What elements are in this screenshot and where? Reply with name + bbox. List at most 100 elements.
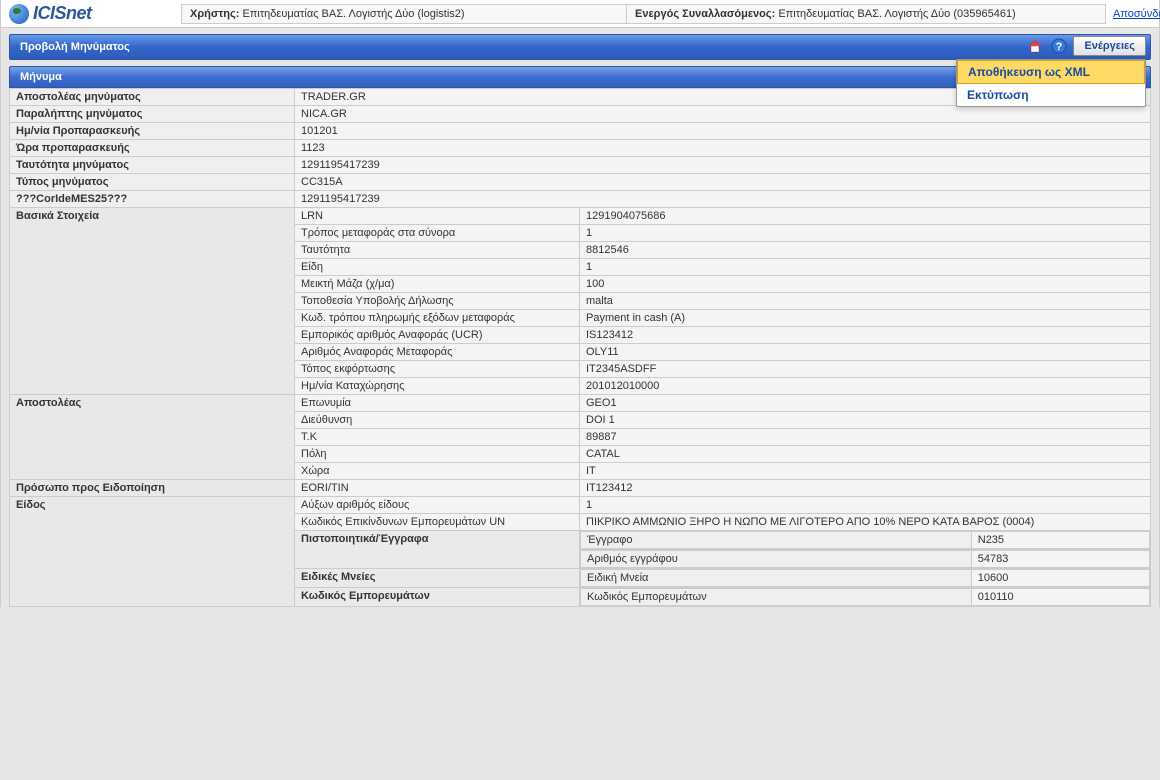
row-value: ΠΙΚΡΙΚΟ ΑΜΜΩΝΙΟ ΞΗΡΟ Η ΝΩΠΟ ΜΕ ΛΙΓΟΤΕΡΟ … [580, 514, 1151, 531]
row-value: 54783 [971, 551, 1149, 568]
row-label: Τρόπος μεταφοράς στα σύνορα [295, 225, 580, 242]
table-row: Ημ/νία Προπαρασκευής101201 [10, 123, 1151, 140]
row-value: IT [580, 463, 1151, 480]
row-value: 89887 [580, 429, 1151, 446]
row-value: IS123412 [580, 327, 1151, 344]
row-label: Τ.Κ [295, 429, 580, 446]
user-value: Επιτηδευματίας ΒΑΣ. Λογιστής Δύο (logist… [242, 8, 464, 20]
sub-header: Κωδικός Εμπορευμάτων [295, 588, 580, 607]
svg-text:?: ? [1056, 41, 1063, 53]
row-label: Κωδικός Εμπορευμάτων [581, 589, 972, 606]
active-value: Επιτηδευματίας ΒΑΣ. Λογιστής Δύο (035965… [778, 8, 1015, 20]
row-value: 1291904075686 [580, 208, 1151, 225]
row-value: IT123412 [580, 480, 1151, 497]
row-label: EORI/TIN [295, 480, 580, 497]
row-label: Πόλη [295, 446, 580, 463]
app-logo: ICISnet [9, 3, 169, 24]
row-value: 1291195417239 [295, 157, 1151, 174]
row-label: Χώρα [295, 463, 580, 480]
row-value: 1123 [295, 140, 1151, 157]
row-value: NICA.GR [295, 106, 1151, 123]
section-basic: Βασικά Στοιχεία LRN 1291904075686 [10, 208, 1151, 225]
row-label: Ειδική Μνεία [581, 570, 972, 587]
table-row: ???CorIdeMES25???1291195417239 [10, 191, 1151, 208]
message-table: Αποστολέας μηνύματοςTRADER.GR Παραλήπτης… [9, 88, 1151, 607]
row-label: Κωδικός Επικίνδυνων Εμπορευμάτων UN [295, 514, 580, 531]
row-value: 8812546 [580, 242, 1151, 259]
row-label: Ταυτότητα [295, 242, 580, 259]
row-value: DOI 1 [580, 412, 1151, 429]
row-label: Μεικτή Μάζα (χ/μα) [295, 276, 580, 293]
row-label: Αριθμός Αναφοράς Μεταφοράς [295, 344, 580, 361]
page-title-bar: Προβολή Μηνύματος ? Ενέργειες Αποθ [9, 34, 1151, 60]
row-label: Ώρα προπαρασκευής [10, 140, 295, 157]
sub-inner: ΈγγραφοN235 [580, 531, 1151, 550]
content-area: Μήνυμα Αποστολέας μηνύματοςTRADER.GR Παρ… [9, 66, 1151, 607]
logo-text: ICISnet [33, 3, 92, 24]
sub-header: Ειδικές Μνείες [295, 569, 580, 588]
row-label: Ημ/νία Καταχώρησης [295, 378, 580, 395]
row-value: 10600 [971, 570, 1149, 587]
actions-label: Ενέργειες [1084, 40, 1135, 52]
row-label: Επωνυμία [295, 395, 580, 412]
row-value: 1 [580, 225, 1151, 242]
row-value: 101201 [295, 123, 1151, 140]
sub-header: Πιστοποιητικά/Έγγραφα [295, 531, 580, 569]
row-value: N235 [971, 532, 1149, 549]
section-notify: Πρόσωπο προς Ειδοποίηση EORI/TIN IT12341… [10, 480, 1151, 497]
user-info: Χρήστης: Επιτηδευματίας ΒΑΣ. Λογιστής Δύ… [181, 4, 627, 24]
row-label: Κωδ. τρόπου πληρωμής εξόδων μεταφοράς [295, 310, 580, 327]
section-label: Είδος [10, 497, 295, 607]
sub-inner: Κωδικός Εμπορευμάτων010110 [580, 588, 1151, 607]
row-value: malta [580, 293, 1151, 310]
home-icon[interactable] [1025, 36, 1045, 56]
row-value: GEO1 [580, 395, 1151, 412]
row-label: LRN [295, 208, 580, 225]
section-sender: Αποστολέας Επωνυμία GEO1 [10, 395, 1151, 412]
section-label: Αποστολέας [10, 395, 295, 480]
row-label: Τόπος εκφόρτωσης [295, 361, 580, 378]
row-value: Payment in cash (A) [580, 310, 1151, 327]
logout-wrap: Αποσύνδεση [1105, 5, 1160, 23]
row-label: Αποστολέας μηνύματος [10, 89, 295, 106]
row-value: 1 [580, 259, 1151, 276]
active-info: Ενεργός Συναλλασόμενος: Επιτηδευματίας Β… [626, 4, 1106, 24]
page-title: Προβολή Μηνύματος [20, 41, 130, 53]
row-value: OLY11 [580, 344, 1151, 361]
table-row: Παραλήπτης μηνύματοςNICA.GR [10, 106, 1151, 123]
top-info: Χρήστης: Επιτηδευματίας ΒΑΣ. Λογιστής Δύ… [181, 4, 1105, 24]
sub-inner: Ειδική Μνεία10600 [580, 569, 1151, 588]
section-label: Πρόσωπο προς Ειδοποίηση [10, 480, 295, 497]
docs-inner: ΈγγραφοN235 [580, 531, 1150, 549]
globe-icon [9, 4, 29, 24]
row-value: IT2345ASDFF [580, 361, 1151, 378]
row-label: Ημ/νία Προπαρασκευής [10, 123, 295, 140]
user-label: Χρήστης: [190, 8, 239, 20]
row-label: Τοποθεσία Υποβολής Δήλωσης [295, 293, 580, 310]
row-value: 010110 [971, 589, 1149, 606]
row-value: 201012010000 [580, 378, 1151, 395]
row-value: CC315A [295, 174, 1151, 191]
table-row: Ταυτότητα μηνύματος1291195417239 [10, 157, 1151, 174]
row-label: Αύξων αριθμός είδους [295, 497, 580, 514]
row-label: Παραλήπτης μηνύματος [10, 106, 295, 123]
row-label: Διεύθυνση [295, 412, 580, 429]
section-kind: Είδος Αύξων αριθμός είδους 1 [10, 497, 1151, 514]
row-label: Ταυτότητα μηνύματος [10, 157, 295, 174]
table-row: Ώρα προπαρασκευής1123 [10, 140, 1151, 157]
table-row: Τύπος μηνύματοςCC315A [10, 174, 1151, 191]
row-label: Εμπορικός αριθμός Αναφοράς (UCR) [295, 327, 580, 344]
logout-link[interactable]: Αποσύνδεση [1113, 8, 1160, 20]
help-icon[interactable]: ? [1049, 36, 1069, 56]
menu-save-xml[interactable]: Αποθήκευση ως XML [957, 60, 1145, 84]
row-value: 1291195417239 [295, 191, 1151, 208]
active-label: Ενεργός Συναλλασόμενος: [635, 8, 775, 20]
row-label: Είδη [295, 259, 580, 276]
menu-print[interactable]: Εκτύπωση [957, 84, 1145, 106]
row-value: 1 [580, 497, 1151, 514]
actions-button[interactable]: Ενέργειες [1073, 36, 1146, 56]
row-value: 100 [580, 276, 1151, 293]
row-label: Τύπος μηνύματος [10, 174, 295, 191]
row-label: Έγγραφο [581, 532, 972, 549]
row-label: Αριθμός εγγράφου [581, 551, 972, 568]
